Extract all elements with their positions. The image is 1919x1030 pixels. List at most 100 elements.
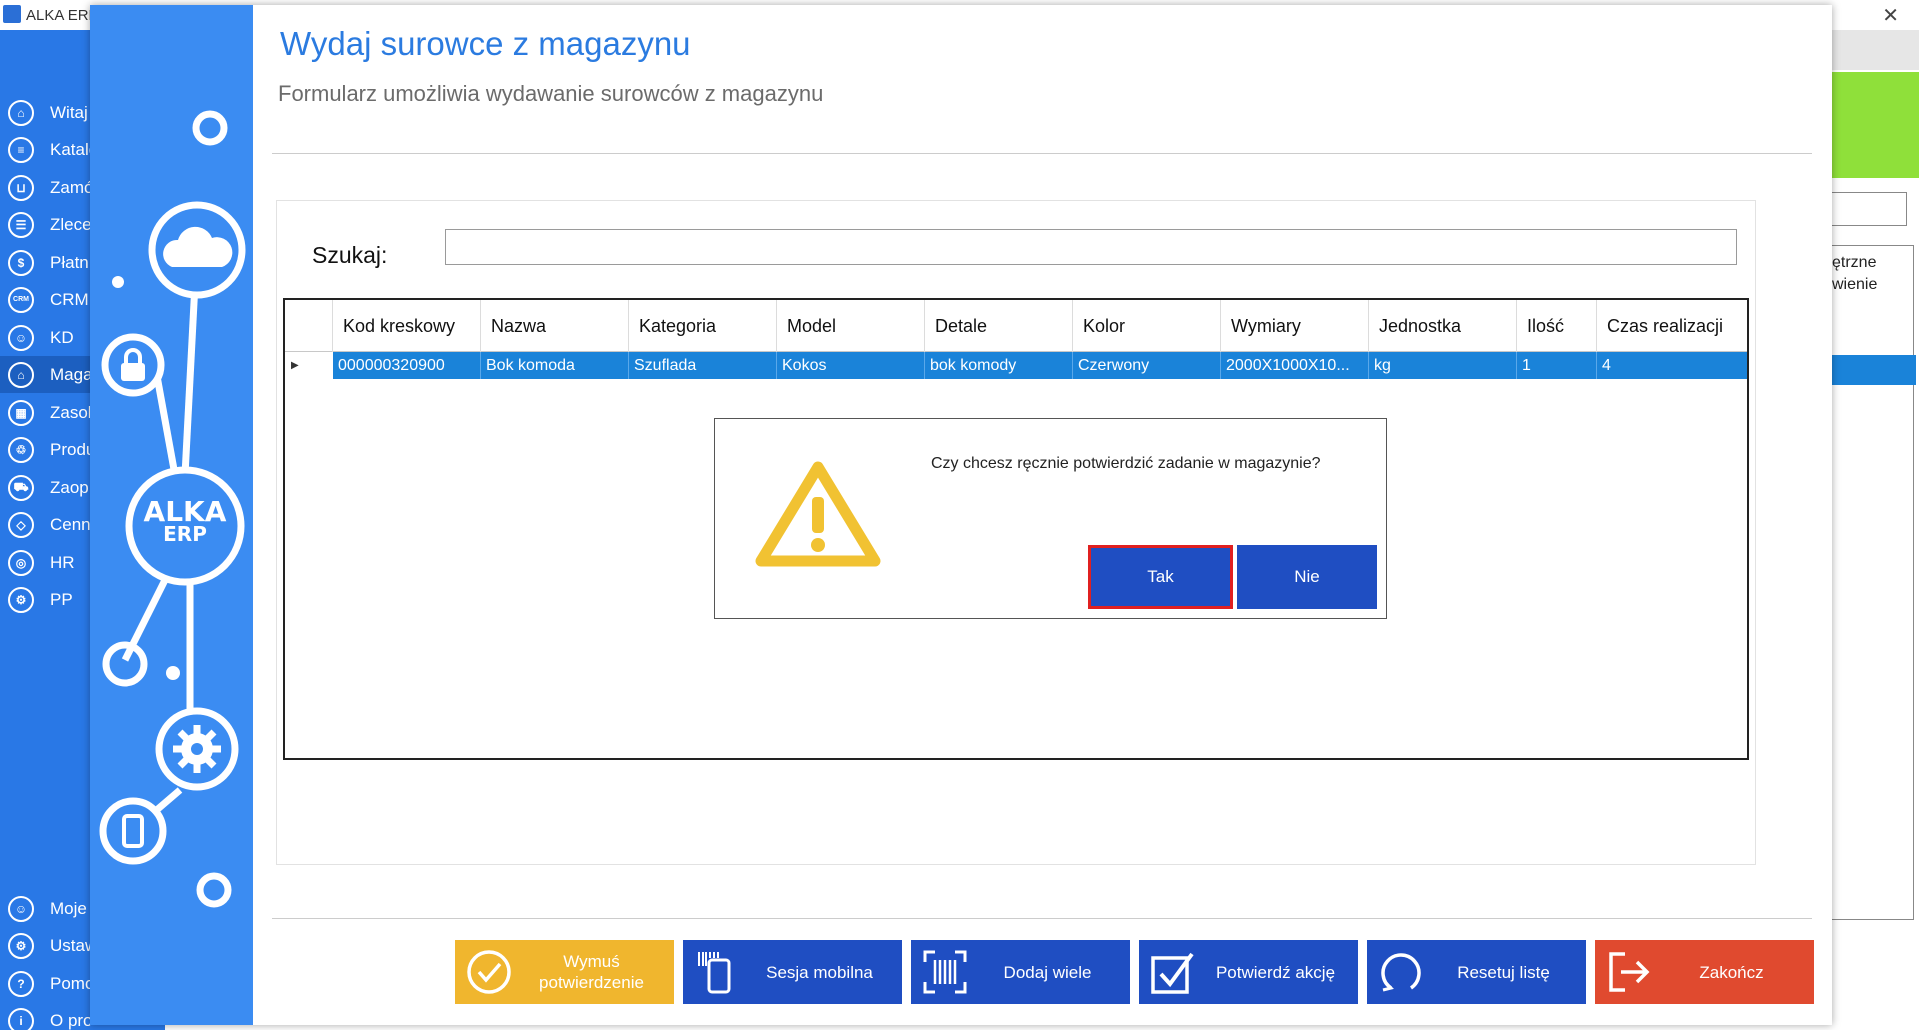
table-cell[interactable]: 1 (1517, 352, 1597, 379)
page-title: Wydaj surowce z magazynu (280, 25, 691, 62)
sidebar-item-label: Moje (50, 898, 87, 918)
dollar-icon: $ (8, 249, 34, 276)
issue-materials-window: ALKA ERP Wydaj surowce z magazynu Formul… (90, 5, 1832, 1025)
row-pointer-icon: ▶ (285, 352, 333, 379)
yes-button[interactable]: Tak (1088, 545, 1233, 609)
page-subtitle: Formularz umożliwia wydawanie surowców z… (278, 81, 824, 106)
background-input (1832, 192, 1907, 226)
warehouse-icon: ⌂ (8, 361, 34, 388)
check-circle-icon (467, 950, 511, 994)
checkbox-icon (1151, 952, 1194, 994)
column-header-wymiary[interactable]: Wymiary (1221, 300, 1369, 352)
column-header-kolor[interactable]: Kolor (1073, 300, 1221, 352)
table-cell[interactable]: 000000320900 (333, 352, 481, 379)
exit-icon (1609, 952, 1650, 992)
background-header-line: wienie (1832, 276, 1878, 293)
force-confirm-button[interactable]: Wymuś potwierdzenie (455, 940, 674, 1004)
truck-icon: ⛟ (8, 474, 34, 501)
column-header-detale[interactable]: Detale (925, 300, 1073, 352)
button-label: Resetuj listę (1457, 962, 1550, 982)
sidebar-item-label: O pro (50, 1010, 93, 1030)
crm-icon: CRM (8, 286, 34, 313)
divider (272, 918, 1812, 919)
search-label: Szukaj: (312, 242, 388, 268)
button-label: Sesja mobilna (766, 962, 873, 982)
background-table (1832, 245, 1914, 920)
finish-button[interactable]: Zakończ (1595, 940, 1814, 1004)
sidebar-item-label: HR (50, 552, 75, 572)
column-header-ilosc[interactable]: Ilość (1517, 300, 1597, 352)
button-label: Zakończ (1699, 962, 1764, 982)
table-header: Kod kreskowy Nazwa Kategoria Model Detal… (285, 300, 1747, 352)
resources-icon: ▦ (8, 399, 34, 426)
cart-icon: ⊔ (8, 174, 34, 201)
confirm-dialog: Czy chcesz ręcznie potwierdzić zadanie w… (714, 418, 1387, 619)
table-cell[interactable]: 2000X1000X10... (1221, 352, 1369, 379)
table-cell[interactable]: bok komody (925, 352, 1073, 379)
background-toolbar (1832, 30, 1919, 70)
barcode-scan-icon (923, 950, 967, 994)
warning-icon (755, 461, 881, 567)
button-label: Wymuś potwierdzenie (539, 952, 644, 992)
no-button[interactable]: Nie (1237, 545, 1377, 609)
screen: { "app": { "title": "ALKA ERP" }, "sideb… (0, 0, 1919, 1030)
column-header-jednostka[interactable]: Jednostka (1369, 300, 1517, 352)
button-label: Dodaj wiele (1003, 962, 1092, 982)
table-cell[interactable]: kg (1369, 352, 1517, 379)
confirm-action-button[interactable]: Potwierdź akcję (1139, 940, 1358, 1004)
sidebar-item-label: Zlece (50, 214, 92, 234)
column-header-kod[interactable]: Kod kreskowy (333, 300, 481, 352)
background-green-panel (1832, 72, 1919, 178)
sidebar-item-label: Witaj (50, 102, 88, 122)
row-header-column (285, 300, 333, 352)
app-logo-icon (3, 5, 21, 23)
sidebar-item-label: Pomo (50, 973, 95, 993)
column-header-kategoria[interactable]: Kategoria (629, 300, 777, 352)
refresh-icon (1381, 953, 1421, 992)
reset-list-button[interactable]: Resetuj listę (1367, 940, 1586, 1004)
column-header-nazwa[interactable]: Nazwa (481, 300, 629, 352)
divider (272, 153, 1812, 154)
home-icon: ⌂ (8, 99, 34, 126)
sidebar-item-label: Cenn (50, 514, 91, 534)
mobile-barcode-icon (698, 952, 731, 994)
background-header-line: ętrzne (1832, 254, 1877, 271)
table-cell[interactable]: Czerwony (1073, 352, 1221, 379)
app-title: ALKA ERP (26, 7, 99, 24)
column-header-czas[interactable]: Czas realizacji (1597, 300, 1747, 352)
background-selected-row (1832, 355, 1916, 385)
column-header-model[interactable]: Model (777, 300, 925, 352)
table-cell[interactable]: Szuflada (629, 352, 777, 379)
sidebar-item-label: CRM (50, 289, 89, 309)
dialog-message: Czy chcesz ręcznie potwierdzić zadanie w… (931, 455, 1321, 472)
window-side-panel: ALKA ERP (90, 5, 253, 1025)
sidebar-item-label: Płatn (50, 252, 89, 272)
production-icon: ♲ (8, 436, 34, 463)
tag-icon: ◇ (8, 511, 34, 538)
settings-icon: ⚙ (8, 932, 34, 959)
sidebar-item-label: PP (50, 589, 73, 609)
sidebar-item-label: Maga (50, 364, 93, 384)
mobile-session-button[interactable]: Sesja mobilna (683, 940, 902, 1004)
table-cell[interactable]: Kokos (777, 352, 925, 379)
button-label: Potwierdź akcję (1215, 962, 1336, 982)
hr-icon: ◎ (8, 549, 34, 576)
user-icon: ☺ (8, 324, 34, 351)
background-table-header: ętrzne wienie (1832, 252, 1877, 296)
pp-icon: ⚙ (8, 586, 34, 613)
help-icon: ? (8, 970, 34, 997)
table-cell[interactable]: 4 (1597, 352, 1747, 379)
sidebar-item-label: KD (50, 327, 74, 347)
list-icon: ☰ (8, 211, 34, 238)
logo-text: ALKA (143, 495, 227, 528)
add-many-button[interactable]: Dodaj wiele (911, 940, 1130, 1004)
table-cell[interactable]: Bok komoda (481, 352, 629, 379)
sidebar-item-label: Zamó (50, 177, 94, 197)
sidebar-item-label: Produ (50, 439, 96, 459)
info-icon: i (8, 1007, 34, 1030)
close-icon[interactable]: ✕ (1882, 3, 1899, 28)
search-input[interactable] (445, 229, 1737, 265)
account-icon: ☺ (8, 895, 34, 922)
table-row[interactable]: ▶ 000000320900 Bok komoda Szuflada Kokos… (285, 352, 1747, 379)
sidebar-item-label: Zaop (50, 477, 89, 497)
